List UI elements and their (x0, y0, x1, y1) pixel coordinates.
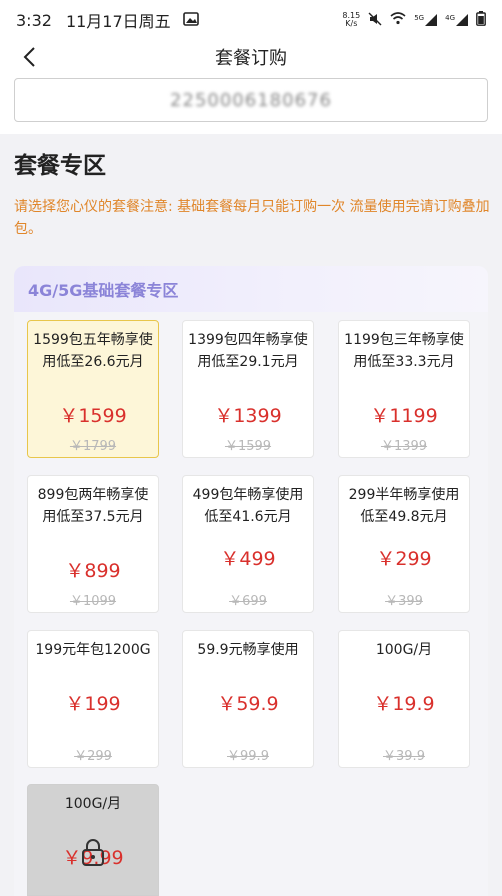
package-price: ￥499 (220, 548, 276, 570)
package-price: ￥1199 (370, 405, 438, 427)
signal-4g-icon: 4G (445, 14, 468, 26)
status-time: 3:32 (16, 10, 52, 30)
package-original-price: ￥299 (74, 749, 112, 764)
package-card-1399[interactable]: 1399包四年畅享使用低至29.1元月 ￥1399 ￥1599 (182, 320, 314, 458)
package-card-59-9[interactable]: 59.9元畅享使用 ￥59.9 ￥99.9 (182, 630, 314, 768)
package-original-price: ￥1399 (380, 439, 428, 454)
package-name: 1399包四年畅享使用低至29.1元月 (188, 332, 308, 370)
package-name: 100G/月 (64, 796, 122, 812)
package-name: 499包年畅享使用低至41.6元月 (192, 487, 304, 525)
battery-icon (476, 11, 486, 29)
package-name: 1199包三年畅享使用低至33.3元月 (344, 332, 464, 370)
package-card-1599[interactable]: 1599包五年畅享使用低至26.6元月 ￥1599 ￥1799 (27, 320, 159, 458)
lock-icon (82, 839, 104, 866)
package-card-locked: 100G/月 ￥9.99 (27, 784, 159, 896)
nav-bar: 套餐订购 (0, 40, 502, 74)
package-price: ￥19.9 (373, 693, 435, 715)
package-original-price: ￥39.9 (383, 749, 425, 764)
package-name: 100G/月 (375, 642, 433, 658)
package-price: ￥199 (65, 693, 121, 715)
mute-icon (368, 12, 382, 29)
phone-number: 22500061806​76 (170, 89, 332, 111)
package-original-price: ￥1599 (224, 439, 272, 454)
package-price: ￥1399 (214, 405, 282, 427)
package-name: 59.9元畅享使用 (197, 642, 299, 658)
package-price: ￥899 (65, 560, 121, 582)
section-title: 套餐专区 (14, 153, 106, 179)
package-price: ￥299 (376, 548, 432, 570)
image-notification-icon (182, 11, 199, 30)
package-price: ￥59.9 (217, 693, 279, 715)
package-original-price: ￥1099 (69, 594, 117, 609)
back-button[interactable] (14, 40, 44, 74)
package-card-299[interactable]: 299半年畅享使用低至49.8元月 ￥299 ￥399 (338, 475, 470, 613)
package-original-price: ￥699 (229, 594, 267, 609)
page-title: 套餐订购 (215, 48, 287, 69)
signal-5g-icon: 5G (414, 14, 438, 26)
package-card-199[interactable]: 199元年包1200G ￥199 ￥299 (27, 630, 159, 768)
status-date: 11月17日周五 (65, 12, 171, 31)
package-name: 1599包五年畅享使用低至26.6元月 (33, 332, 153, 370)
zone-title: 4G/5G基础套餐专区 (28, 281, 179, 300)
package-card-499[interactable]: 499包年畅享使用低至41.6元月 ￥499 ￥699 (182, 475, 314, 613)
wifi-icon (390, 12, 406, 28)
zone-header: 4G/5G基础套餐专区 (14, 266, 488, 312)
package-card-899[interactable]: 899包两年畅享使用低至37.5元月 ￥899 ￥1099 (27, 475, 159, 613)
package-original-price: ￥399 (385, 594, 423, 609)
package-original-price: ￥1799 (69, 439, 117, 454)
status-bar: 3:32 11月17日周五 8.15 K/s 5G 4G (0, 0, 502, 40)
package-card-1199[interactable]: 1199包三年畅享使用低至33.3元月 ￥1199 ￥1399 (338, 320, 470, 458)
package-name: 899包两年畅享使用低至37.5元月 (37, 487, 149, 525)
status-icons: 8.15 K/s 5G 4G (342, 11, 486, 29)
package-price: ￥1599 (59, 405, 127, 427)
chevron-left-icon (23, 47, 35, 67)
package-name: 199元年包1200G (35, 642, 151, 658)
net-speed: 8.15 K/s (342, 11, 361, 28)
package-original-price: ￥99.9 (227, 749, 269, 764)
notice-text: 请选择您心仪的套餐注意: 基础套餐每月只能订购一次 流量使用完请订购叠加包。 (14, 199, 490, 237)
phone-number-box: 22500061806​76 (14, 78, 488, 122)
package-name: 299半年畅享使用低至49.8元月 (348, 487, 460, 525)
package-card-19-9[interactable]: 100G/月 ￥19.9 ￥39.9 (338, 630, 470, 768)
